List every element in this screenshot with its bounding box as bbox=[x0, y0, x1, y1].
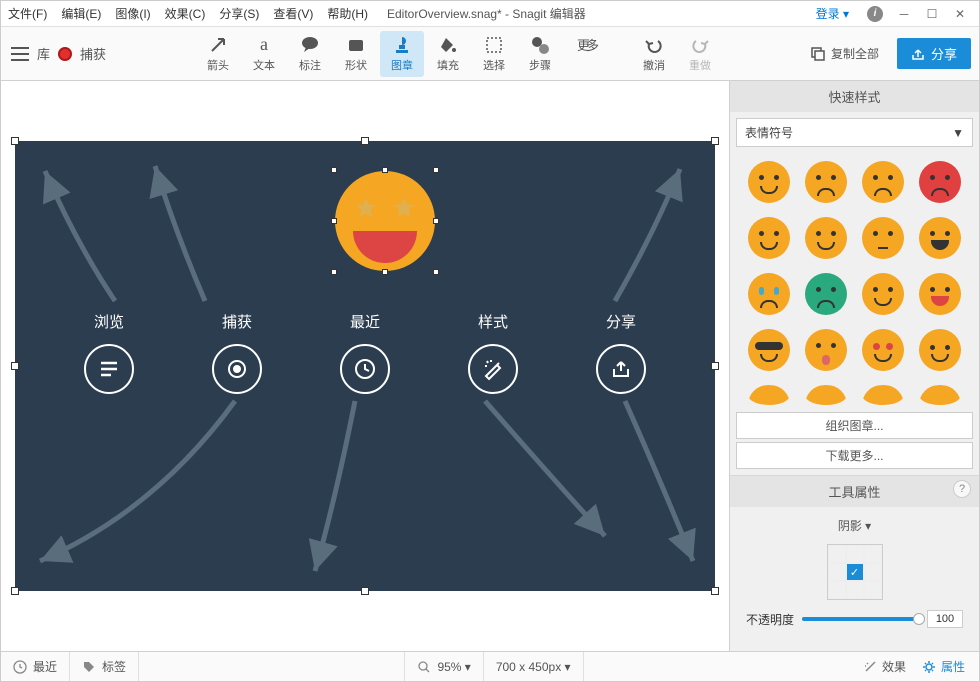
stamp-instance[interactable] bbox=[335, 171, 435, 271]
canvas-item-styles: 样式 bbox=[468, 311, 518, 394]
emoji-item[interactable] bbox=[748, 273, 790, 315]
tool-undo[interactable]: 撤消 bbox=[632, 31, 676, 77]
tool-properties-header: 工具属性? bbox=[730, 476, 979, 507]
tool-text[interactable]: a文本 bbox=[242, 31, 286, 77]
capture-label[interactable]: 捕获 bbox=[80, 44, 106, 63]
clock-icon bbox=[13, 660, 27, 674]
emoji-item-partial[interactable] bbox=[919, 385, 961, 405]
tag-icon bbox=[82, 660, 96, 674]
sb-effects[interactable]: 效果 bbox=[863, 658, 906, 675]
sb-properties[interactable]: 属性 bbox=[922, 658, 965, 675]
emoji-item[interactable] bbox=[919, 329, 961, 371]
wand-icon bbox=[863, 660, 877, 674]
menubar: 文件(F) 编辑(E) 图像(I) 效果(C) 分享(S) 查看(V) 帮助(H… bbox=[1, 1, 375, 26]
maximize-button[interactable]: ☐ bbox=[925, 7, 939, 21]
emoji-item[interactable] bbox=[862, 161, 904, 203]
tool-stamp[interactable]: 图章 bbox=[380, 31, 424, 77]
emoji-item[interactable] bbox=[748, 161, 790, 203]
emoji-grid bbox=[730, 153, 979, 409]
emoji-item[interactable] bbox=[862, 273, 904, 315]
sb-zoom[interactable]: 95% ▾ bbox=[405, 652, 483, 681]
shadow-picker[interactable]: ✓ bbox=[827, 544, 883, 600]
right-panel: 快速样式 表情符号▼ bbox=[729, 81, 979, 651]
hamburger-icon[interactable] bbox=[11, 47, 29, 61]
statusbar: 最近 标签 95% ▾ 700 x 450px ▾ 效果 属性 bbox=[1, 651, 979, 681]
sb-size[interactable]: 700 x 450px ▾ bbox=[484, 652, 584, 681]
emoji-item-partial[interactable] bbox=[748, 385, 790, 405]
titlebar: 文件(F) 编辑(E) 图像(I) 效果(C) 分享(S) 查看(V) 帮助(H… bbox=[1, 1, 979, 27]
emoji-item[interactable] bbox=[805, 329, 847, 371]
tool-shape[interactable]: 形状 bbox=[334, 31, 378, 77]
canvas-items: 浏览 捕获 最近 样式 分享 bbox=[15, 311, 715, 394]
chevron-down-icon: ▼ bbox=[952, 126, 964, 140]
login-link[interactable]: 登录 ▾ bbox=[816, 5, 853, 22]
tool-fill[interactable]: 填充 bbox=[426, 31, 470, 77]
tool-step[interactable]: 步骤 bbox=[518, 31, 562, 77]
menu-edit[interactable]: 编辑(E) bbox=[54, 1, 108, 26]
info-icon[interactable]: i bbox=[867, 6, 883, 22]
window-title: EditorOverview.snag* - Snagit 编辑器 bbox=[375, 5, 804, 22]
close-button[interactable]: ✕ bbox=[953, 7, 967, 21]
record-icon[interactable] bbox=[58, 47, 72, 61]
sb-recent[interactable]: 最近 bbox=[1, 652, 70, 681]
canvas[interactable]: 浏览 捕获 最近 样式 分享 bbox=[15, 141, 715, 591]
copy-icon bbox=[810, 46, 826, 62]
emoji-item[interactable] bbox=[805, 161, 847, 203]
library-label[interactable]: 库 bbox=[37, 44, 50, 63]
canvas-item-browse: 浏览 bbox=[84, 311, 134, 394]
toolbar: 库 捕获 箭头 a文本 标注 形状 图章 填充 选择 步骤 更多更多 撤消 重做… bbox=[1, 27, 979, 81]
gear-icon bbox=[922, 660, 936, 674]
tools-group: 箭头 a文本 标注 形状 图章 填充 选择 步骤 更多更多 撤消 重做 bbox=[196, 27, 722, 80]
canvas-item-share: 分享 bbox=[596, 311, 646, 394]
minimize-button[interactable]: ─ bbox=[897, 7, 911, 21]
emoji-item[interactable] bbox=[748, 217, 790, 259]
tool-arrow[interactable]: 箭头 bbox=[196, 31, 240, 77]
copy-all-button[interactable]: 复制全部 bbox=[802, 39, 887, 68]
opacity-slider[interactable] bbox=[802, 617, 919, 621]
emoji-item[interactable] bbox=[862, 329, 904, 371]
main-area: 浏览 捕获 最近 样式 分享 快速样式 bbox=[1, 81, 979, 651]
opacity-value[interactable]: 100 bbox=[927, 610, 963, 628]
organize-stamps-button[interactable]: 组织图章... bbox=[736, 412, 973, 439]
tool-callout[interactable]: 标注 bbox=[288, 31, 332, 77]
canvas-item-capture: 捕获 bbox=[212, 311, 262, 394]
share-icon bbox=[911, 47, 925, 61]
canvas-item-recent: 最近 bbox=[340, 311, 390, 394]
tool-redo[interactable]: 重做 bbox=[678, 31, 722, 77]
quick-styles-header: 快速样式 bbox=[730, 81, 979, 112]
emoji-item-partial[interactable] bbox=[805, 385, 847, 405]
canvas-wrap[interactable]: 浏览 捕获 最近 样式 分享 bbox=[1, 81, 729, 651]
sb-tags[interactable]: 标签 bbox=[70, 652, 139, 681]
emoji-item[interactable] bbox=[919, 273, 961, 315]
download-more-button[interactable]: 下载更多... bbox=[736, 442, 973, 469]
opacity-label: 不透明度 bbox=[746, 611, 794, 628]
tool-select[interactable]: 选择 bbox=[472, 31, 516, 77]
menu-file[interactable]: 文件(F) bbox=[1, 1, 54, 26]
emoji-item[interactable] bbox=[805, 217, 847, 259]
menu-view[interactable]: 查看(V) bbox=[266, 1, 320, 26]
menu-share[interactable]: 分享(S) bbox=[212, 1, 266, 26]
tool-more[interactable]: 更多更多 bbox=[564, 31, 608, 77]
emoji-item[interactable] bbox=[748, 329, 790, 371]
emoji-item[interactable] bbox=[862, 217, 904, 259]
menu-image[interactable]: 图像(I) bbox=[108, 1, 157, 26]
share-button[interactable]: 分享 bbox=[897, 38, 971, 69]
menu-help[interactable]: 帮助(H) bbox=[320, 1, 375, 26]
emoji-item[interactable] bbox=[805, 273, 847, 315]
emoji-item[interactable] bbox=[919, 161, 961, 203]
emoji-item-partial[interactable] bbox=[862, 385, 904, 405]
search-icon bbox=[417, 660, 431, 674]
shadow-label: 阴影 ▾ bbox=[838, 517, 871, 534]
help-icon[interactable]: ? bbox=[953, 480, 971, 498]
stamp-category-dropdown[interactable]: 表情符号▼ bbox=[736, 118, 973, 147]
menu-effects[interactable]: 效果(C) bbox=[158, 1, 213, 26]
emoji-item[interactable] bbox=[919, 217, 961, 259]
